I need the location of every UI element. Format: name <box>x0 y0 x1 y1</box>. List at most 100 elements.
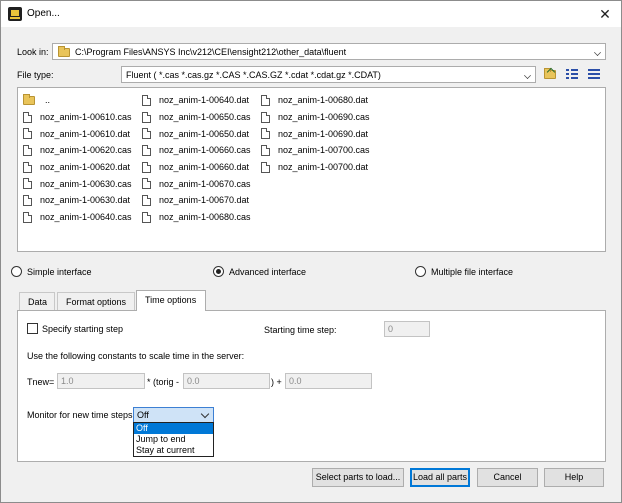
torig-label: * (torig - <box>147 377 180 387</box>
simple-interface-option[interactable]: Simple interface <box>11 266 92 277</box>
chevron-down-icon <box>200 409 210 419</box>
monitor-dropdown[interactable]: Off <box>133 407 214 423</box>
file-name: noz_anim-1-00650.cas <box>159 112 251 123</box>
file-icon <box>23 211 32 223</box>
up-folder-icon <box>544 68 556 79</box>
file-name: noz_anim-1-00620.cas <box>40 145 132 156</box>
file-item[interactable]: noz_anim-1-00620.cas <box>23 142 132 159</box>
file-name: noz_anim-1-00630.cas <box>40 178 132 189</box>
offset-field[interactable]: 0.0 <box>285 373 372 389</box>
tnew-label: Tnew= <box>27 377 55 387</box>
tab-data[interactable]: Data <box>19 292 55 310</box>
look-in-path: C:\Program Files\ANSYS Inc\v212\CEI\ensi… <box>75 47 347 57</box>
file-icon <box>23 161 32 173</box>
help-button[interactable]: Help <box>544 468 604 487</box>
tab-time-options[interactable]: Time options <box>136 290 206 311</box>
file-icon <box>261 94 270 106</box>
tab-format-options[interactable]: Format options <box>57 292 135 310</box>
details-view-button[interactable] <box>588 68 604 82</box>
monitor-option-off[interactable]: Off <box>134 423 213 434</box>
multiple-interface-radio[interactable] <box>415 266 426 277</box>
file-icon <box>142 211 151 223</box>
file-name: noz_anim-1-00640.cas <box>40 212 132 223</box>
file-name: noz_anim-1-00680.cas <box>159 212 251 223</box>
file-item[interactable]: noz_anim-1-00620.dat <box>23 159 132 176</box>
file-item[interactable]: noz_anim-1-00640.cas <box>23 209 132 226</box>
specify-start-label: Specify starting step <box>42 324 124 334</box>
file-name: noz_anim-1-00700.cas <box>278 145 370 156</box>
file-icon <box>23 194 32 206</box>
file-column-2: noz_anim-1-00640.dat noz_anim-1-00650.cas… <box>142 92 251 226</box>
folder-icon <box>23 93 35 105</box>
file-icon <box>142 161 151 173</box>
select-parts-button[interactable]: Select parts to load... <box>312 468 404 487</box>
file-item[interactable]: noz_anim-1-00660.dat <box>142 159 251 176</box>
plus-label: ) + <box>271 377 282 387</box>
window-title: Open... <box>27 8 60 19</box>
file-item[interactable]: noz_anim-1-00700.dat <box>261 159 370 176</box>
constants-text: Use the following constants to scale tim… <box>27 351 245 361</box>
monitor-option-stay-at-current[interactable]: Stay at current <box>134 445 213 456</box>
advanced-interface-label: Advanced interface <box>229 266 307 277</box>
file-item[interactable]: noz_anim-1-00650.cas <box>142 109 251 126</box>
file-item[interactable]: noz_anim-1-00670.cas <box>142 175 251 192</box>
file-icon <box>23 144 32 156</box>
cancel-button[interactable]: Cancel <box>477 468 538 487</box>
file-name: noz_anim-1-00610.cas <box>40 112 132 123</box>
file-icon <box>23 128 32 140</box>
file-item[interactable]: noz_anim-1-00630.cas <box>23 175 132 192</box>
torig-field[interactable]: 0.0 <box>183 373 270 389</box>
file-list[interactable]: .. noz_anim-1-00610.cas noz_anim-1-00610.d… <box>17 87 606 252</box>
open-dialog: Open... ✕ Look in: C:\Program Files\ANSY… <box>0 0 622 503</box>
details-view-icon <box>588 69 600 71</box>
file-icon <box>261 144 270 156</box>
file-item[interactable]: noz_anim-1-00610.cas <box>23 109 132 126</box>
file-name: noz_anim-1-00650.dat <box>159 128 250 139</box>
file-item[interactable]: noz_anim-1-00680.dat <box>261 92 370 109</box>
file-item[interactable]: noz_anim-1-00660.cas <box>142 142 251 159</box>
file-item[interactable]: noz_anim-1-00690.dat <box>261 125 370 142</box>
file-icon <box>23 178 32 190</box>
file-item[interactable]: noz_anim-1-00640.dat <box>142 92 251 109</box>
file-name: noz_anim-1-00690.dat <box>278 128 369 139</box>
monitor-option-jump-to-end[interactable]: Jump to end <box>134 434 213 445</box>
list-view-button[interactable] <box>566 68 582 82</box>
file-icon <box>142 178 151 190</box>
file-column-3: noz_anim-1-00680.dat noz_anim-1-00690.cas… <box>261 92 370 175</box>
file-item[interactable]: noz_anim-1-00670.dat <box>142 192 251 209</box>
multiple-interface-option[interactable]: Multiple file interface <box>415 266 513 277</box>
file-column-1: .. noz_anim-1-00610.cas noz_anim-1-00610.d… <box>23 92 132 226</box>
specify-start-checkbox[interactable] <box>27 323 38 334</box>
file-item[interactable]: noz_anim-1-00690.cas <box>261 109 370 126</box>
file-item[interactable]: noz_anim-1-00700.cas <box>261 142 370 159</box>
file-item[interactable]: noz_anim-1-00680.cas <box>142 209 251 226</box>
look-in-combo[interactable]: C:\Program Files\ANSYS Inc\v212\CEI\ensi… <box>52 43 606 60</box>
file-name: noz_anim-1-00660.dat <box>159 162 250 173</box>
advanced-interface-option[interactable]: Advanced interface <box>213 266 306 277</box>
file-icon <box>261 111 270 123</box>
close-button[interactable]: ✕ <box>589 1 621 27</box>
advanced-interface-radio[interactable] <box>213 266 224 277</box>
file-icon <box>142 94 151 106</box>
file-icon <box>142 111 151 123</box>
tnew-field[interactable]: 1.0 <box>57 373 145 389</box>
up-folder-button[interactable] <box>543 67 559 81</box>
parent-folder-item[interactable]: .. <box>23 92 132 109</box>
file-name: noz_anim-1-00630.dat <box>40 195 131 206</box>
file-type-combo[interactable]: Fluent ( *.cas *.cas.gz *.CAS *.CAS.GZ *… <box>121 66 536 83</box>
chevron-down-icon <box>594 49 601 56</box>
file-name: .. <box>45 95 51 106</box>
monitor-options-list: Off Jump to end Stay at current <box>133 422 214 457</box>
simple-interface-label: Simple interface <box>27 266 92 277</box>
file-name: noz_anim-1-00670.dat <box>159 195 250 206</box>
load-all-parts-button[interactable]: Load all parts <box>410 468 470 487</box>
file-icon <box>142 194 151 206</box>
file-item[interactable]: noz_anim-1-00610.dat <box>23 125 132 142</box>
monitor-value: Off <box>137 410 149 420</box>
file-item[interactable]: noz_anim-1-00630.dat <box>23 192 132 209</box>
file-item[interactable]: noz_anim-1-00650.dat <box>142 125 251 142</box>
simple-interface-radio[interactable] <box>11 266 22 277</box>
file-type-value: Fluent ( *.cas *.cas.gz *.CAS *.CAS.GZ *… <box>126 70 381 80</box>
file-name: noz_anim-1-00700.dat <box>278 162 369 173</box>
starting-step-field[interactable]: 0 <box>384 321 430 337</box>
